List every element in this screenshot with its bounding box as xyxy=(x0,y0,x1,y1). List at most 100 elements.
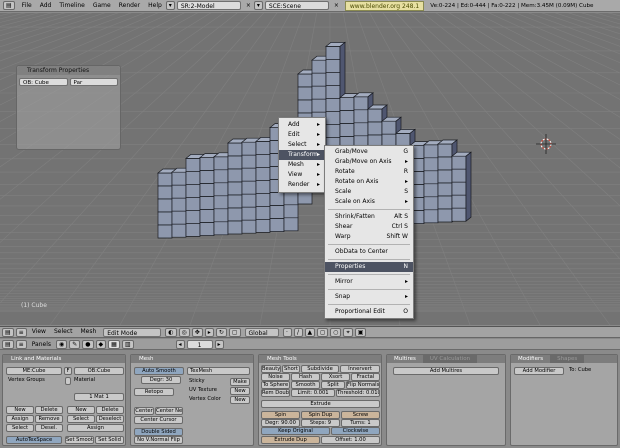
retopo-toggle[interactable]: Retopo xyxy=(134,388,174,396)
extrude-button[interactable]: Extrude xyxy=(261,400,380,408)
menu-item-properties[interactable]: Properties N xyxy=(325,262,413,272)
vgroup-delete-button[interactable]: Delete xyxy=(35,406,63,414)
uv-texture-new-button[interactable]: New xyxy=(230,387,250,395)
panel-tab-modifiers[interactable]: Modifiers xyxy=(511,355,550,363)
menu-item-grab-move-axis[interactable]: Grab/Move on Axis ▸ xyxy=(325,157,413,167)
collapse-icon[interactable]: ≡ xyxy=(15,339,27,349)
window-type-icon[interactable]: ▤ xyxy=(3,1,15,10)
smooth-button[interactable]: Smooth xyxy=(291,381,320,389)
panel-tab-link-materials[interactable]: Link and Materials xyxy=(3,355,125,363)
sticky-make-button[interactable]: Make xyxy=(230,378,250,386)
scene-name-field[interactable]: SCE:Scene xyxy=(264,1,329,10)
vgroup-deselect-button[interactable]: Desel. xyxy=(35,424,63,432)
menu-render[interactable]: Render xyxy=(115,0,144,12)
menu-help[interactable]: Help xyxy=(144,0,166,12)
logic-context-icon[interactable]: ◉ xyxy=(56,339,68,349)
fake-user-toggle[interactable]: F xyxy=(64,367,72,375)
parent-field[interactable]: Par xyxy=(69,78,118,86)
clockwise-toggle[interactable]: Clockwise xyxy=(331,427,380,435)
panel-tab-uv-calculation[interactable]: UV Calculation xyxy=(422,355,478,363)
menu-item-obdata-to-center[interactable]: ObData to Center xyxy=(325,247,413,257)
vgroup-select-button[interactable]: Select xyxy=(6,424,34,432)
script-context-icon[interactable]: ✎ xyxy=(69,339,81,349)
auto-smooth-toggle[interactable]: Auto Smooth xyxy=(134,367,184,375)
to-sphere-button[interactable]: To Sphere xyxy=(261,381,290,389)
scale-icon[interactable]: ▢ xyxy=(228,327,241,337)
proportional-icon[interactable]: ○ xyxy=(330,327,342,337)
menu-item-mesh[interactable]: Mesh ▸ xyxy=(279,160,325,170)
texmesh-field[interactable]: TexMesh xyxy=(187,367,250,375)
frame-prev-button[interactable]: ◂ xyxy=(175,339,185,349)
collapse-icon[interactable]: ≡ xyxy=(15,327,27,337)
center-cursor-button[interactable]: Center Cursor xyxy=(134,416,183,424)
threshold-field[interactable]: Threshold: 0.010 xyxy=(336,389,380,397)
menu-item-grab-move[interactable]: Grab/Move G xyxy=(325,147,413,157)
edit-context-menu[interactable]: Add ▸ Edit ▸ Select ▸ Transform ▸ Mesh ▸ View… xyxy=(278,117,326,193)
material-delete-button[interactable]: Delete xyxy=(96,406,124,414)
center-new-button[interactable]: Center New xyxy=(155,407,183,415)
autotexspace-toggle[interactable]: AutoTexSpace xyxy=(6,436,62,444)
spin-steps-field[interactable]: Steps: 9 xyxy=(301,419,340,427)
rem-doubles-button[interactable]: Rem Doubles xyxy=(261,389,290,397)
menu-game[interactable]: Game xyxy=(89,0,115,12)
panel-tab-shapes[interactable]: Shapes xyxy=(550,355,585,363)
menu-view[interactable]: View xyxy=(29,326,49,338)
menu-item-proportional-edit[interactable]: Proportional Edit O xyxy=(325,307,413,317)
limit-field[interactable]: Limit: 0.001 xyxy=(291,389,335,397)
object-datablock-field[interactable]: OB:Cube xyxy=(74,367,124,375)
menu-item-select[interactable]: Select ▸ xyxy=(279,140,325,150)
vertex-select-icon[interactable]: · xyxy=(282,327,292,337)
face-select-icon[interactable]: ▲ xyxy=(304,327,316,337)
transform-submenu[interactable]: Grab/Move G Grab/Move on Axis ▸ Rotate R Ro… xyxy=(324,145,414,319)
editing-context-icon[interactable]: ▦ xyxy=(108,339,120,349)
flip-normals-button[interactable]: Flip Normals xyxy=(346,381,380,389)
vertex-color-new-button[interactable]: New xyxy=(230,396,250,404)
mode-select[interactable]: Edit Mode xyxy=(103,327,162,337)
close-icon[interactable]: × xyxy=(243,2,254,9)
snap-icon[interactable]: ⌖ xyxy=(343,327,353,337)
menu-item-shear[interactable]: Shear Ctrl S xyxy=(325,222,413,232)
rotate-icon[interactable]: ↻ xyxy=(215,327,227,337)
object-name-field[interactable]: OB: Cube xyxy=(19,78,68,86)
close-icon[interactable]: × xyxy=(331,2,342,9)
transform-properties-title[interactable]: Transform Properties xyxy=(17,66,120,75)
scene-browse-button[interactable]: ▾ xyxy=(253,1,263,10)
frame-number-field[interactable]: 1 xyxy=(186,339,213,349)
pivot-icon[interactable]: ◎ xyxy=(178,327,190,337)
material-select-button[interactable]: Select xyxy=(67,415,95,423)
translate-icon[interactable]: ▸ xyxy=(204,327,214,337)
menu-item-render[interactable]: Render ▸ xyxy=(279,180,325,190)
manipulator-icon[interactable]: ✥ xyxy=(191,327,203,337)
blender-url-badge[interactable]: www.blender.org 248.1 xyxy=(344,0,425,11)
offset-field[interactable]: Offset: 1.00 xyxy=(321,436,380,444)
material-index-field[interactable]: 1 Mat 1 xyxy=(74,393,124,401)
material-color-swatch[interactable] xyxy=(65,377,71,385)
frame-next-button[interactable]: ▸ xyxy=(214,339,224,349)
screen-browse-button[interactable]: ▾ xyxy=(165,1,175,10)
center-button[interactable]: Center xyxy=(134,407,154,415)
subdivide-button[interactable]: Subdivide xyxy=(301,365,339,373)
menu-add[interactable]: Add xyxy=(36,0,56,12)
vgroup-remove-button[interactable]: Remove xyxy=(35,415,63,423)
menu-item-mirror[interactable]: Mirror ▸ xyxy=(325,277,413,287)
extrude-dup-button[interactable]: Extrude Dup xyxy=(261,436,320,444)
fractal-button[interactable]: Fractal xyxy=(351,373,380,381)
menu-item-shrink-fatten[interactable]: Shrink/Fatten Alt S xyxy=(325,212,413,222)
spin-dup-button[interactable]: Spin Dup xyxy=(301,411,340,419)
keep-original-toggle[interactable]: Keep Original xyxy=(261,427,330,435)
xsort-button[interactable]: Xsort xyxy=(321,373,350,381)
menu-item-warp[interactable]: Warp Shift W xyxy=(325,232,413,242)
menu-item-rotate[interactable]: Rotate R xyxy=(325,167,413,177)
spin-button[interactable]: Spin xyxy=(261,411,300,419)
scene-context-icon[interactable]: ▥ xyxy=(121,339,134,349)
menu-item-edit[interactable]: Edit ▸ xyxy=(279,130,325,140)
add-modifier-button[interactable]: Add Modifier xyxy=(514,367,564,375)
panel-tab-mesh[interactable]: Mesh xyxy=(131,355,253,363)
draw-type-icon[interactable]: ◐ xyxy=(165,327,177,337)
menu-select[interactable]: Select xyxy=(51,326,76,338)
material-assign-button[interactable]: Assign xyxy=(67,424,124,432)
menu-item-view[interactable]: View ▸ xyxy=(279,170,325,180)
innervert-field[interactable]: Innervert xyxy=(340,365,380,373)
occlude-icon[interactable]: ◻ xyxy=(317,327,329,337)
menu-item-transform[interactable]: Transform ▸ xyxy=(279,150,325,160)
